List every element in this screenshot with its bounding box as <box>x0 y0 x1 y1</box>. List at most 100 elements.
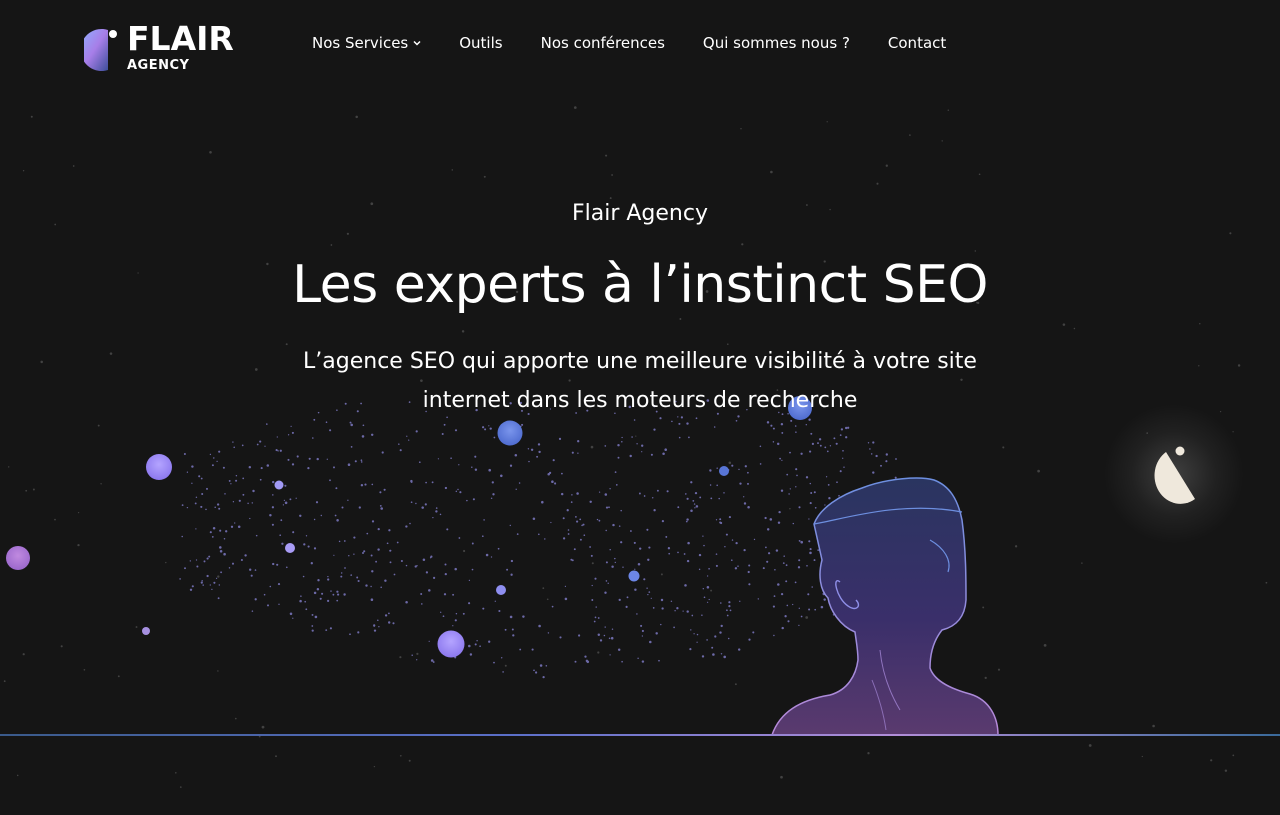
star-dot <box>770 424 773 427</box>
star-dot <box>813 559 816 562</box>
star-dot <box>327 575 329 578</box>
star-dot <box>452 625 454 627</box>
star-dot <box>437 458 439 460</box>
star-dot <box>978 173 981 176</box>
nav-item-conferences[interactable]: Nos conférences <box>541 32 665 54</box>
star-dot <box>674 610 676 612</box>
star-dot <box>824 583 828 586</box>
star-dot <box>656 489 659 492</box>
star-dot <box>810 432 813 435</box>
star-dot <box>519 425 522 428</box>
star-dot <box>439 513 442 516</box>
star-dot <box>838 553 841 556</box>
star-dot <box>299 599 302 603</box>
star-dot <box>531 648 534 651</box>
star-dot <box>425 571 429 574</box>
star-dot <box>843 595 847 598</box>
star-dot <box>416 659 418 661</box>
star-dot <box>537 443 541 446</box>
star-dot <box>690 481 693 484</box>
star-dot <box>200 505 203 508</box>
star-dot <box>639 547 642 550</box>
star-dot <box>706 601 709 603</box>
star-dot <box>211 588 213 591</box>
star-dot <box>552 459 555 462</box>
star-dot <box>691 614 694 617</box>
star-dot <box>225 530 228 533</box>
star-dot <box>853 510 856 513</box>
nav-item-label: Qui sommes nous ? <box>702 34 850 52</box>
star-dot <box>100 483 102 485</box>
star-dot <box>279 449 282 452</box>
star-dot <box>701 655 705 658</box>
star-dot <box>191 482 193 484</box>
nav-item-contact[interactable]: Contact <box>888 32 946 54</box>
star-dot <box>271 506 275 509</box>
star-dot <box>782 562 785 564</box>
star-dot <box>350 574 353 576</box>
star-dot <box>508 441 511 444</box>
star-dot <box>583 534 586 536</box>
star-dot <box>702 588 704 590</box>
star-dot <box>319 597 322 600</box>
star-dot <box>698 568 701 571</box>
star-dot <box>855 577 858 581</box>
star-dot <box>363 550 366 553</box>
star-dot <box>408 439 410 441</box>
star-dot <box>278 603 280 605</box>
star-dot <box>747 482 749 485</box>
star-dot <box>738 648 741 651</box>
star-dot <box>371 520 375 523</box>
star-dot <box>457 488 459 491</box>
star-dot <box>676 607 679 610</box>
nav-item-label: Nos conférences <box>540 34 665 52</box>
star-dot <box>109 352 113 355</box>
star-dot <box>575 516 577 518</box>
star-dot <box>329 479 331 482</box>
star-dot <box>788 493 790 495</box>
nav-item-about[interactable]: Qui sommes nous ? <box>703 32 850 54</box>
star-dot <box>247 502 249 505</box>
star-dot <box>371 483 374 486</box>
star-dot <box>817 442 819 445</box>
star-dot <box>896 525 898 527</box>
star-dot <box>222 466 225 469</box>
star-dot <box>598 519 601 522</box>
star-dot <box>275 449 278 452</box>
star-dot <box>266 604 270 607</box>
star-dot <box>450 457 452 460</box>
star-dot <box>451 169 454 171</box>
star-dot <box>216 577 218 580</box>
star-dot <box>490 556 493 558</box>
star-dot <box>211 536 214 538</box>
star-dot <box>614 561 616 564</box>
star-dot <box>410 479 413 483</box>
star-dot <box>684 584 687 587</box>
star-dot <box>432 661 435 663</box>
star-dot <box>724 546 726 548</box>
star-dot <box>982 606 985 609</box>
star-dot <box>720 624 723 628</box>
star-dot <box>727 637 730 640</box>
star-dot <box>272 494 274 496</box>
star-dot <box>218 584 220 586</box>
nav-item-services[interactable]: Nos Services <box>312 32 421 54</box>
star-dot <box>466 499 468 502</box>
star-dot <box>446 528 449 531</box>
star-dot <box>264 445 266 447</box>
star-dot <box>493 661 495 664</box>
star-dot <box>781 626 784 630</box>
star-dot <box>891 509 894 512</box>
star-dot <box>551 480 554 483</box>
star-dot <box>1210 759 1213 762</box>
star-dot <box>822 566 824 568</box>
site-logo[interactable]: FLAIR AGENCY <box>84 21 248 74</box>
star-dot <box>573 548 576 551</box>
star-dot <box>643 495 646 497</box>
star-dot <box>200 581 203 584</box>
nav-item-outils[interactable]: Outils <box>459 32 502 54</box>
star-dot <box>716 467 718 469</box>
star-dot <box>442 651 445 653</box>
star-dot <box>375 560 377 563</box>
star-dot <box>200 477 203 480</box>
